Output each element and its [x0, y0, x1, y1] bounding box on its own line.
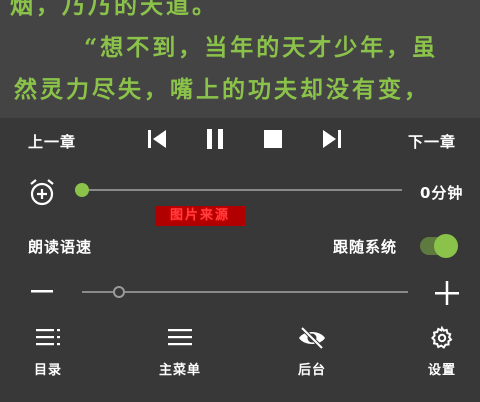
alarm-add-icon[interactable]: [27, 177, 57, 207]
watermark-text: 图片来源: [169, 208, 230, 223]
pause-icon[interactable]: [204, 128, 226, 150]
catalog-button[interactable]: 目录: [22, 326, 74, 378]
minus-icon[interactable]: [30, 283, 54, 299]
follow-system-toggle-knob[interactable]: [434, 234, 458, 258]
gear-icon: [430, 325, 454, 350]
speed-slider-track[interactable]: [82, 291, 408, 293]
reader-line-3: 然灵力尽失，嘴上的功夫却没有变，: [14, 76, 430, 103]
catalog-label: 目录: [33, 363, 62, 378]
reader-text-area: 烟，乃乃的天道。 “想不到，当年的天才少年，虽 然灵力尽失，嘴上的功夫却没有变，: [0, 0, 480, 118]
plus-icon[interactable]: [434, 280, 460, 306]
skip-next-icon[interactable]: [321, 128, 343, 150]
menu-icon: [166, 326, 194, 348]
timer-value: 0分钟: [420, 184, 464, 202]
timer-slider-thumb[interactable]: [75, 183, 89, 197]
prev-chapter-button[interactable]: 上一章: [28, 131, 76, 152]
speed-slider-thumb[interactable]: [113, 286, 125, 298]
skip-previous-icon[interactable]: [146, 128, 168, 150]
eye-off-icon: [297, 326, 327, 350]
speed-label: 朗读语速: [28, 238, 93, 256]
main-menu-label: 主菜单: [158, 363, 201, 378]
stop-icon[interactable]: [263, 129, 283, 149]
next-chapter-button[interactable]: 下一章: [408, 131, 456, 152]
background-label: 后台: [297, 363, 326, 378]
list-icon: [34, 326, 62, 348]
timer-slider-track[interactable]: [82, 189, 402, 191]
reader-line-1: 烟，乃乃的天道。: [10, 0, 218, 19]
follow-system-label: 跟随系统: [333, 238, 398, 256]
background-button[interactable]: 后台: [286, 326, 338, 378]
reader-line-2: “想不到，当年的天才少年，虽: [84, 34, 439, 61]
settings-label: 设置: [427, 363, 456, 378]
watermark-stamp: 图片来源: [155, 206, 245, 226]
settings-button[interactable]: 设置: [414, 325, 470, 378]
main-menu-button[interactable]: 主菜单: [150, 326, 210, 378]
